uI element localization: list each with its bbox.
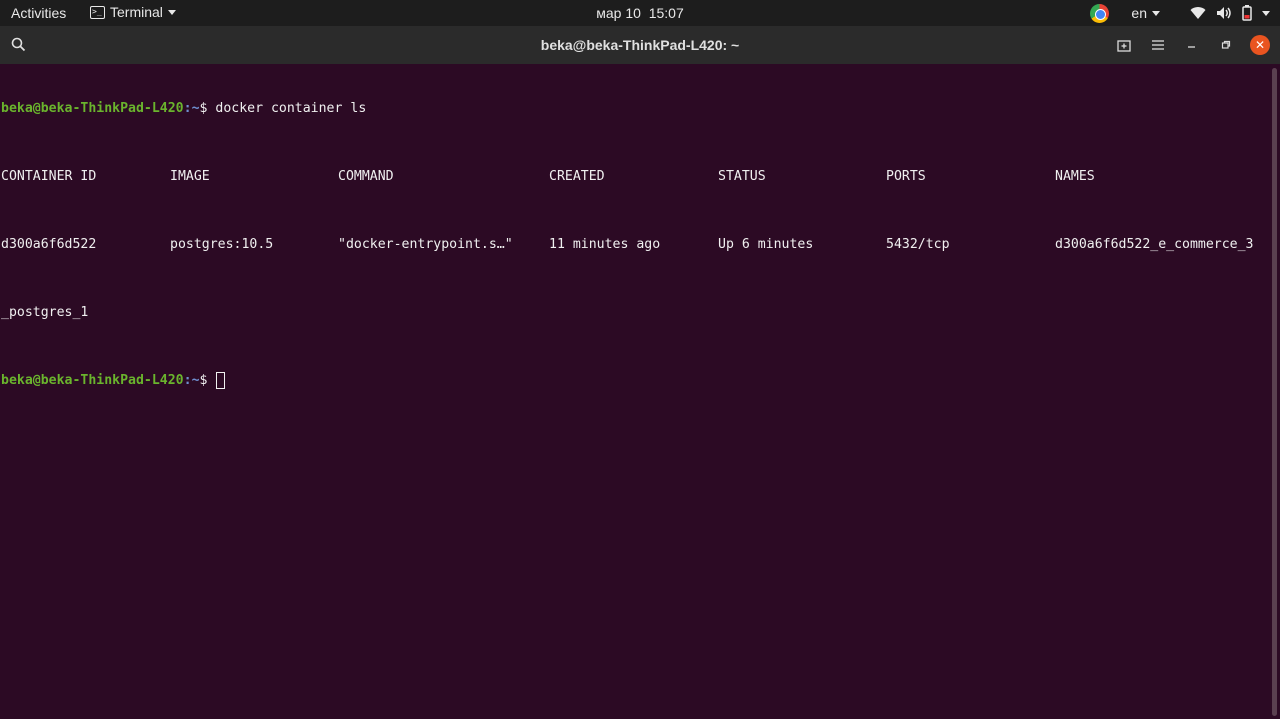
terminal-output[interactable]: beka@beka-ThinkPad-L420:~$ docker contai… (0, 64, 1270, 719)
clock-time: 15:07 (648, 5, 684, 21)
table-header: CONTAINER ID IMAGE COMMAND CREATED STATU… (1, 168, 1270, 185)
scrollbar[interactable] (1272, 68, 1277, 716)
cell-names: d300a6f6d522_e_commerce_3 (1055, 237, 1254, 252)
restore-icon[interactable] (1216, 35, 1236, 55)
minimize-icon[interactable] (1182, 35, 1202, 55)
window-header: beka@beka-ThinkPad-L420: ~ ✕ (0, 26, 1280, 64)
cell-image: postgres:10.5 (170, 237, 274, 252)
prompt-path: :~ (183, 101, 200, 116)
prompt-symbol: $ (199, 373, 216, 388)
clock-date: мар 10 (596, 5, 641, 21)
table-row: d300a6f6d522 postgres:10.5 "docker-entry… (1, 236, 1270, 253)
prompt-line-active: beka@beka-ThinkPad-L420:~$ (1, 372, 1270, 389)
cell-created: 11 minutes ago (549, 237, 661, 252)
wifi-icon[interactable] (1190, 6, 1206, 20)
prompt-line: beka@beka-ThinkPad-L420:~$ docker contai… (1, 100, 1270, 117)
text-cursor (216, 372, 226, 389)
clock-button[interactable]: мар 10 15:07 (596, 5, 684, 21)
header-names: NAMES (1055, 169, 1095, 184)
app-menu-label: Terminal (110, 4, 163, 20)
window-controls: ✕ (1114, 35, 1270, 55)
header-status: STATUS (718, 169, 766, 184)
volume-icon[interactable] (1216, 6, 1232, 20)
cell-status: Up 6 minutes (718, 237, 814, 252)
prompt-symbol: $ (199, 101, 216, 116)
top-bar: Activities >_ Terminal мар 10 15:07 en (0, 0, 1280, 26)
clock: мар 10 15:07 (0, 5, 1280, 21)
close-icon[interactable]: ✕ (1250, 35, 1270, 55)
command-text: docker container ls (215, 101, 367, 116)
language-menu[interactable]: en (1131, 5, 1160, 21)
header-image: IMAGE (170, 169, 210, 184)
cell-ports: 5432/tcp (886, 237, 950, 252)
app-menu[interactable]: >_ Terminal (90, 4, 176, 20)
activities-button[interactable]: Activities (11, 5, 66, 21)
wrapped-line: _postgres_1 (1, 304, 1270, 321)
terminal-app-icon: >_ (90, 5, 105, 19)
wrapped-name: _postgres_1 (1, 305, 89, 320)
prompt-user: beka@beka-ThinkPad-L420 (1, 373, 184, 388)
prompt-path: :~ (183, 373, 200, 388)
prompt-user: beka@beka-ThinkPad-L420 (1, 101, 184, 116)
hamburger-menu-icon[interactable] (1148, 35, 1168, 55)
cell-command: "docker-entrypoint.s…" (338, 237, 513, 252)
system-tray: en (1090, 3, 1270, 23)
header-created: CREATED (549, 169, 605, 184)
cell-container-id: d300a6f6d522 (1, 237, 97, 252)
header-command: COMMAND (338, 169, 394, 184)
chevron-down-icon (1152, 10, 1160, 16)
new-tab-icon[interactable] (1114, 35, 1134, 55)
chrome-icon[interactable] (1090, 3, 1110, 23)
header-container-id: CONTAINER ID (1, 169, 97, 184)
header-ports: PORTS (886, 169, 926, 184)
battery-icon[interactable] (1242, 5, 1252, 21)
language-label: en (1131, 5, 1147, 21)
chevron-down-icon (167, 9, 176, 15)
power-menu-icon[interactable] (1262, 10, 1270, 16)
window-title: beka@beka-ThinkPad-L420: ~ (540, 37, 740, 53)
